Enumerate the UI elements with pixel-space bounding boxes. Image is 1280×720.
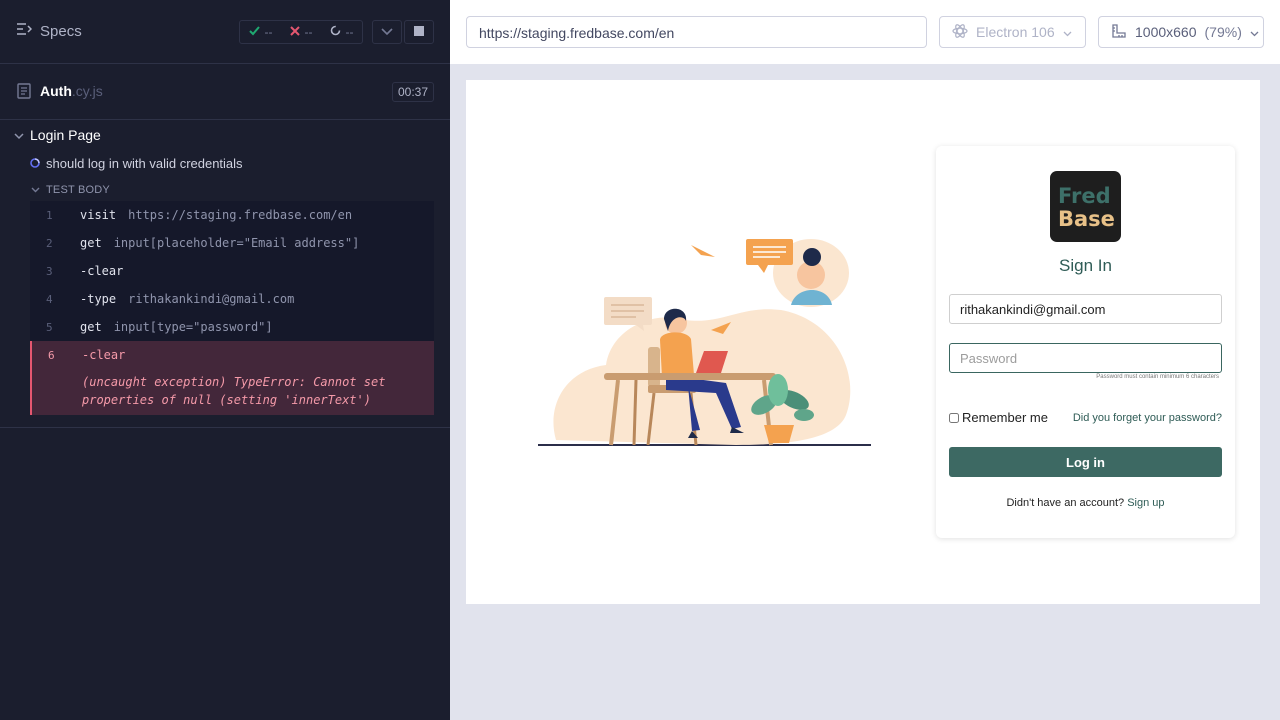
specs-button[interactable]: Specs xyxy=(16,22,82,40)
test-title: should log in with valid credentials xyxy=(46,156,243,171)
command-name: visit xyxy=(80,208,117,222)
test-body-label: TEST BODY xyxy=(46,184,110,196)
chevron-down-icon xyxy=(1063,24,1072,40)
command-row[interactable]: 1 visit https://staging.fredbase.com/en xyxy=(30,201,434,229)
command-number: 6 xyxy=(48,348,55,362)
remember-me[interactable]: Remember me xyxy=(949,410,1048,425)
test-body-toggle[interactable]: TEST BODY xyxy=(31,184,110,196)
command-number: 5 xyxy=(46,320,53,334)
browser-label: Electron 106 xyxy=(976,24,1055,40)
command-name: get xyxy=(80,320,102,334)
spec-name[interactable]: Auth.cy.js xyxy=(40,83,103,99)
command-row[interactable]: 2 get input[placeholder="Email address"] xyxy=(30,229,434,257)
command-number: 4 xyxy=(46,292,53,306)
reporter-header: Specs -- -- -- xyxy=(0,0,450,64)
command-number: 2 xyxy=(46,236,53,250)
specs-list-icon xyxy=(16,22,33,40)
logo-line-2: Base xyxy=(1058,207,1115,231)
fredbase-logo: Fred Base xyxy=(1050,171,1121,242)
cypress-reporter-panel: Specs -- -- -- Auth.cy.js 00:37 Login Pa… xyxy=(0,0,450,720)
command-message: https://staging.fredbase.com/en xyxy=(128,208,353,222)
spec-name-text: Auth xyxy=(40,83,72,99)
forgot-password-link[interactable]: Did you forget your password? xyxy=(1073,412,1222,424)
command-row[interactable]: 3 -clear xyxy=(30,257,434,285)
chevron-down-icon xyxy=(1250,24,1259,40)
failed-count: -- xyxy=(304,25,313,39)
password-hint: Password must contain minimum 6 characte… xyxy=(1096,374,1219,380)
divider xyxy=(0,427,450,428)
failed-stat: -- xyxy=(289,25,313,39)
x-icon xyxy=(289,25,300,39)
electron-icon xyxy=(952,23,968,42)
aut-toolbar: https://staging.fredbase.com/en Electron… xyxy=(450,0,1280,64)
failed-command-row[interactable]: 6 -clear (uncaught exception) TypeError:… xyxy=(30,341,434,415)
remember-me-checkbox[interactable] xyxy=(949,412,959,423)
command-message: input[placeholder="Email address"] xyxy=(113,236,360,250)
viewport-size: 1000x660 xyxy=(1135,24,1197,40)
command-log: 1 visit https://staging.fredbase.com/en … xyxy=(30,201,434,415)
specs-label: Specs xyxy=(40,22,82,40)
command-name: -clear xyxy=(82,348,126,362)
sign-in-title: Sign In xyxy=(1059,256,1112,275)
stop-button[interactable] xyxy=(404,20,434,44)
viewport-info[interactable]: 1000x660 (79%) xyxy=(1098,16,1264,48)
pending-stat: -- xyxy=(330,25,354,39)
ruler-icon xyxy=(1111,23,1127,42)
suite-login-page[interactable]: Login Page xyxy=(14,127,101,143)
passed-count: -- xyxy=(264,25,273,39)
error-message: (uncaught exception) TypeError: Cannot s… xyxy=(32,373,434,409)
signup-row: Didn't have an account? Sign up xyxy=(936,497,1235,509)
signup-link[interactable]: Sign up xyxy=(1127,497,1164,509)
password-input[interactable] xyxy=(949,343,1222,373)
collapse-button[interactable] xyxy=(372,20,402,44)
remember-me-label: Remember me xyxy=(962,410,1048,425)
woman-at-desk-illustration xyxy=(536,235,872,455)
error-line-2: properties of null (setting 'innerText') xyxy=(82,393,371,407)
spinner-icon xyxy=(330,25,341,39)
spec-ext: .cy.js xyxy=(71,83,103,99)
command-row[interactable]: 4 -type rithakankindi@gmail.com xyxy=(30,285,434,313)
document-icon xyxy=(17,83,31,104)
error-line-1: (uncaught exception) TypeError: Cannot s… xyxy=(82,375,386,389)
stop-icon xyxy=(414,23,424,41)
signup-prompt: Didn't have an account? xyxy=(1006,497,1125,509)
app-under-test-frame: Fred Base Sign In Password must contain … xyxy=(466,80,1260,604)
command-name: get xyxy=(80,236,102,250)
email-input[interactable] xyxy=(949,294,1222,324)
chevron-down-icon xyxy=(381,23,393,41)
test-should-log-in[interactable]: should log in with valid credentials xyxy=(30,156,243,171)
sign-in-card: Fred Base Sign In Password must contain … xyxy=(936,146,1235,538)
chevron-down-icon xyxy=(31,184,40,196)
test-stats: -- -- -- xyxy=(239,20,363,44)
spec-duration: 00:37 xyxy=(391,82,434,102)
suite-title: Login Page xyxy=(30,127,101,143)
command-message: rithakankindi@gmail.com xyxy=(128,292,295,306)
command-number: 3 xyxy=(46,264,53,278)
login-button[interactable]: Log in xyxy=(949,447,1222,477)
viewport-zoom: (79%) xyxy=(1204,24,1242,40)
command-name: -clear xyxy=(80,264,124,278)
chevron-down-icon xyxy=(14,127,24,143)
command-name: -type xyxy=(80,292,117,306)
logo-line-1: Fred xyxy=(1058,184,1111,208)
check-icon xyxy=(248,25,260,39)
command-message: input[type="password"] xyxy=(113,320,273,334)
command-row[interactable]: 5 get input[type="password"] xyxy=(30,313,434,341)
url-bar[interactable]: https://staging.fredbase.com/en xyxy=(466,16,927,48)
command-number: 1 xyxy=(46,208,53,222)
browser-selector[interactable]: Electron 106 xyxy=(939,16,1086,48)
spec-header: Auth.cy.js 00:37 xyxy=(0,64,450,120)
pending-count: -- xyxy=(345,25,354,39)
passed-stat: -- xyxy=(248,25,273,39)
running-spinner-icon xyxy=(30,156,40,171)
